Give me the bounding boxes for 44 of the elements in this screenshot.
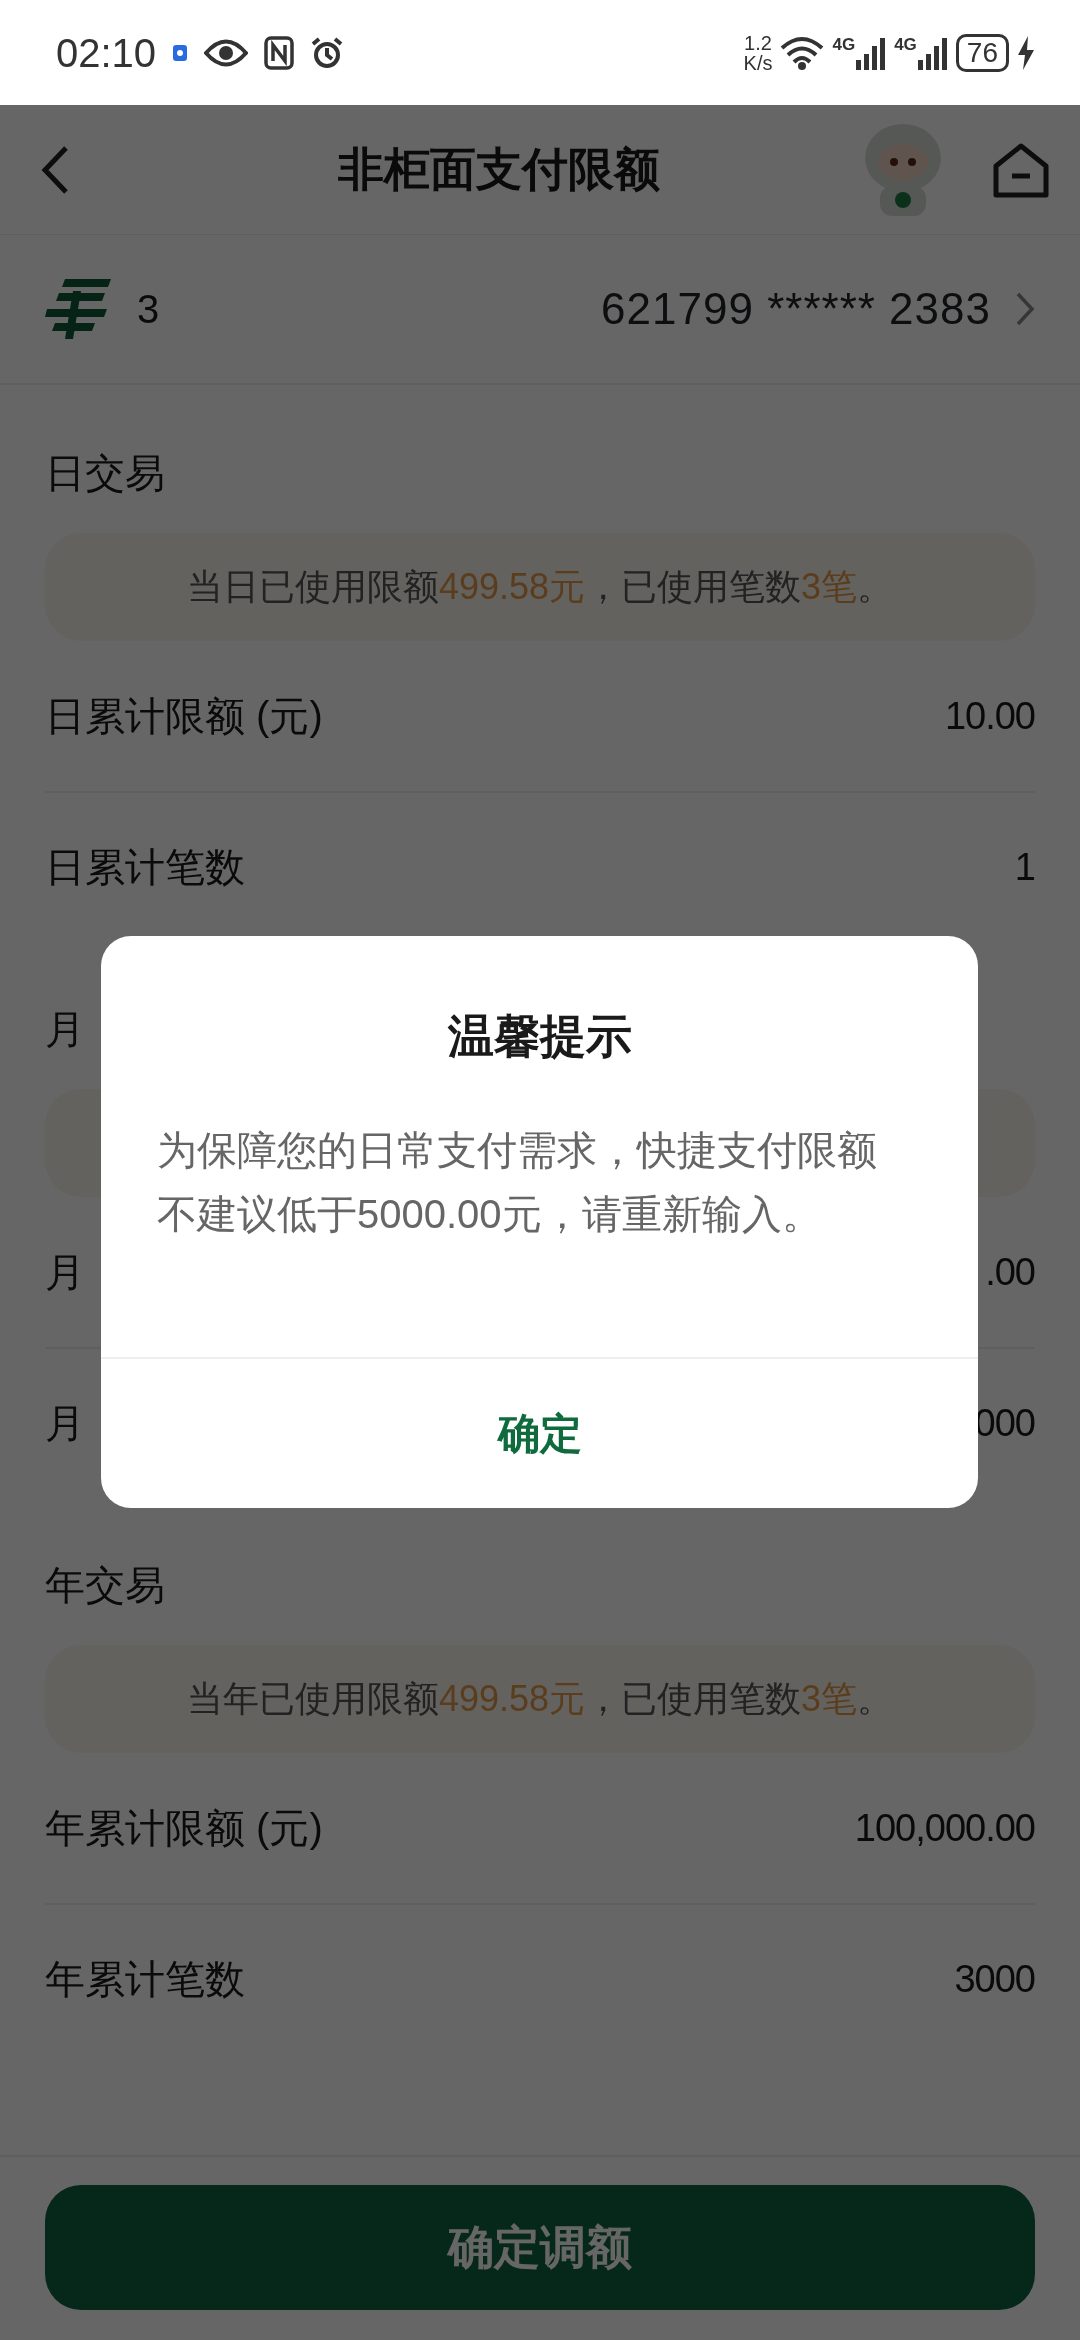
app-notification-icon bbox=[172, 43, 189, 62]
limit-value[interactable]: 100,000.00 bbox=[854, 1799, 1035, 1857]
limit-label: 月 bbox=[45, 1249, 85, 1296]
dialog-title: 温馨提示 bbox=[446, 1009, 633, 1064]
card-number-text: 621799 ****** 2383 bbox=[601, 283, 991, 335]
account-name: 3 bbox=[137, 286, 160, 333]
usage-notice: 当日已使用限额499.58元，已使用笔数3笔。 bbox=[186, 565, 894, 609]
back-button[interactable] bbox=[40, 144, 70, 195]
chevron-right-icon bbox=[1015, 291, 1035, 327]
home-icon bbox=[992, 141, 1050, 198]
page-title: 非柜面支付限额 bbox=[337, 142, 661, 197]
network-type: 4G bbox=[894, 35, 917, 53]
signal-icon bbox=[856, 35, 887, 70]
alarm-clock-icon bbox=[310, 35, 345, 70]
charging-icon bbox=[1017, 35, 1035, 70]
dialog-message: 为保障您的日常支付需求，快捷支付限额不建议低于5000.00元，请重新输入。 bbox=[157, 1127, 878, 1238]
eye-icon bbox=[204, 37, 249, 68]
limit-value[interactable]: .00 bbox=[985, 1243, 1035, 1301]
battery-level: 76 bbox=[955, 33, 1009, 72]
limit-label: 年累计笔数 bbox=[45, 1956, 245, 2003]
signal-icon bbox=[917, 35, 948, 70]
limit-label: 日累计笔数 bbox=[45, 844, 245, 891]
section-title: 月 bbox=[45, 1007, 85, 1051]
usage-notice: 当年已使用限额499.58元，已使用笔数3笔。 bbox=[186, 1677, 894, 1721]
confirm-adjust-button[interactable]: 确定调额 bbox=[45, 2185, 1035, 2310]
postal-logo-icon bbox=[45, 277, 113, 341]
limit-label: 月 bbox=[45, 1400, 85, 1447]
limit-value[interactable]: 1 bbox=[1014, 838, 1035, 896]
nfc-icon bbox=[264, 35, 295, 70]
section-title: 日交易 bbox=[45, 451, 165, 495]
home-button[interactable] bbox=[992, 141, 1050, 198]
limit-value[interactable]: 10.00 bbox=[944, 687, 1035, 745]
network-speed: 1.2 bbox=[744, 32, 772, 53]
dialog-confirm-button[interactable]: 确定 bbox=[101, 1357, 978, 1508]
limit-label: 年累计限额 (元) bbox=[45, 1805, 323, 1852]
status-time: 02:10 bbox=[56, 29, 157, 77]
card-number[interactable]: 621799 ****** 2383 bbox=[601, 276, 1035, 342]
network-speed-unit: K/s bbox=[743, 52, 773, 73]
limit-label: 日累计限额 (元) bbox=[45, 693, 323, 740]
network-type: 4G bbox=[832, 35, 856, 53]
limit-value[interactable]: 3000 bbox=[954, 1950, 1035, 2008]
section-title: 年交易 bbox=[45, 1563, 165, 1607]
wifi-icon bbox=[780, 35, 825, 70]
back-icon bbox=[40, 144, 70, 195]
